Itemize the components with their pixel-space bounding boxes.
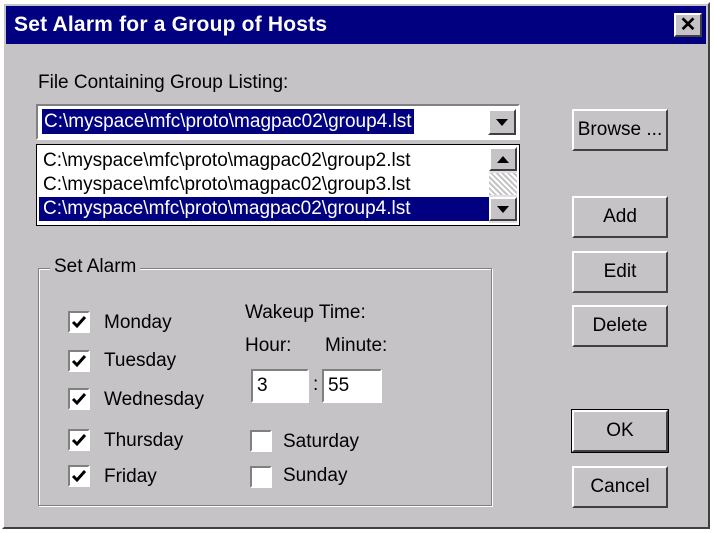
- close-button[interactable]: ✕: [674, 13, 702, 37]
- wakeup-time-label: Wakeup Time:: [245, 302, 366, 323]
- wednesday-label: Wednesday: [104, 389, 204, 410]
- monday-checkbox[interactable]: [68, 311, 90, 333]
- dialog-title: Set Alarm for a Group of Hosts: [14, 13, 328, 36]
- file-dropdown-list[interactable]: C:\myspace\mfc\proto\magpac02\group2.lst…: [36, 144, 520, 226]
- scroll-up-button[interactable]: [489, 147, 517, 171]
- monday-label: Monday: [104, 312, 172, 333]
- thursday-label: Thursday: [104, 430, 184, 451]
- file-combobox[interactable]: C:\myspace\mfc\proto\magpac02\group4.lst: [36, 104, 520, 140]
- arrow-up-icon: [497, 155, 509, 163]
- delete-button[interactable]: Delete: [572, 305, 668, 347]
- hour-input[interactable]: 3: [251, 369, 309, 403]
- close-icon: ✕: [679, 14, 697, 36]
- friday-label: Friday: [104, 466, 157, 487]
- saturday-checkbox[interactable]: [250, 430, 272, 452]
- set-alarm-label: Set Alarm: [50, 256, 141, 278]
- hour-value: 3: [257, 375, 268, 396]
- combobox-dropdown-button[interactable]: [488, 109, 516, 135]
- arrow-down-icon: [497, 205, 509, 213]
- list-scrollbar[interactable]: [489, 147, 517, 223]
- check-mark-icon: [71, 393, 87, 406]
- wednesday-checkbox[interactable]: [68, 388, 90, 410]
- thursday-checkbox[interactable]: [68, 429, 90, 451]
- time-separator: :: [313, 374, 319, 395]
- file-label: File Containing Group Listing:: [38, 72, 289, 93]
- list-item[interactable]: C:\myspace\mfc\proto\magpac02\group2.lst: [39, 149, 411, 173]
- file-combobox-value: C:\myspace\mfc\proto\magpac02\group4.lst: [42, 109, 414, 134]
- friday-checkbox[interactable]: [68, 465, 90, 487]
- set-alarm-dialog: Set Alarm for a Group of Hosts ✕ File Co…: [2, 2, 710, 529]
- sunday-checkbox[interactable]: [250, 466, 272, 488]
- tuesday-checkbox[interactable]: [68, 350, 90, 372]
- browse-button[interactable]: Browse ...: [572, 109, 668, 151]
- hour-label: Hour:: [245, 335, 292, 356]
- minute-input[interactable]: 55: [322, 369, 382, 403]
- title-bar[interactable]: Set Alarm for a Group of Hosts ✕: [6, 6, 706, 44]
- scroll-down-button[interactable]: [489, 197, 517, 221]
- scroll-track[interactable]: [489, 173, 517, 195]
- add-button[interactable]: Add: [572, 196, 668, 238]
- chevron-down-icon: [496, 118, 508, 126]
- ok-button[interactable]: OK: [571, 409, 669, 453]
- minute-value: 55: [328, 375, 350, 396]
- check-mark-icon: [71, 316, 87, 329]
- list-item[interactable]: C:\myspace\mfc\proto\magpac02\group4.lst: [39, 197, 490, 221]
- check-mark-icon: [71, 434, 87, 447]
- list-item[interactable]: C:\myspace\mfc\proto\magpac02\group3.lst: [39, 173, 411, 197]
- tuesday-label: Tuesday: [104, 350, 177, 371]
- minute-label: Minute:: [325, 335, 388, 356]
- cancel-button[interactable]: Cancel: [572, 466, 668, 508]
- edit-button[interactable]: Edit: [572, 251, 668, 293]
- check-mark-icon: [71, 355, 87, 368]
- sunday-label: Sunday: [283, 465, 348, 486]
- saturday-label: Saturday: [283, 431, 360, 452]
- check-mark-icon: [71, 470, 87, 483]
